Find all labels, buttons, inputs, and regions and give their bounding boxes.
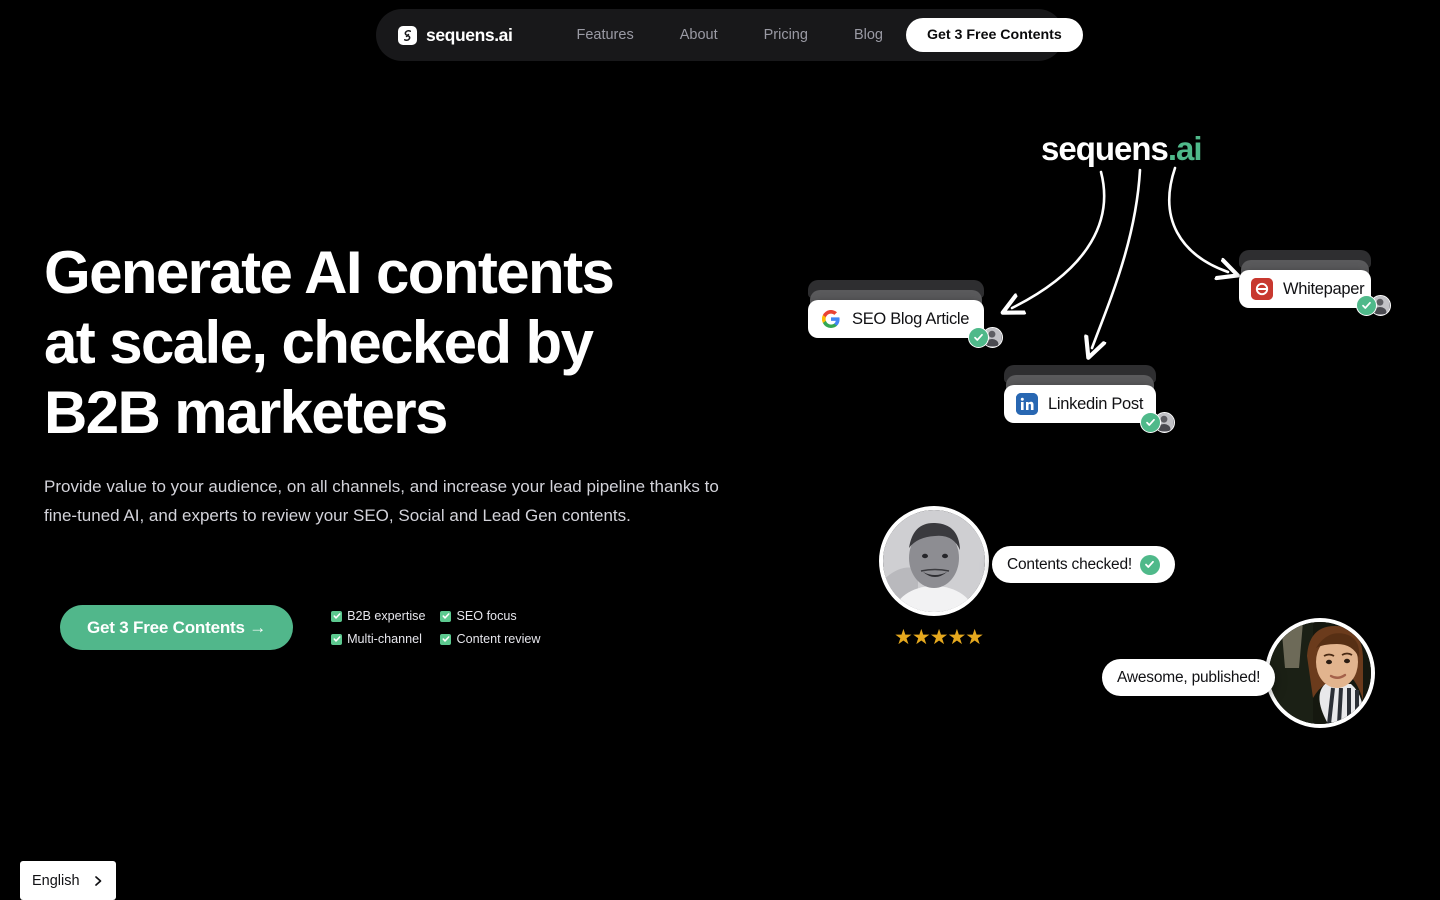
check-circle-icon: [968, 327, 989, 348]
testimonial-bubble-contents-checked: Contents checked!: [992, 546, 1175, 583]
check-circle-icon: [1356, 295, 1377, 316]
linkedin-icon: [1016, 393, 1038, 415]
checklist-label: Multi-channel: [347, 632, 422, 646]
main-nav: Features About Pricing Blog: [558, 27, 906, 43]
hero-cta-row: Get 3 Free Contents → B2B expertise SEO …: [60, 605, 540, 650]
feature-checklist: B2B expertise SEO focus Multi-channel Co…: [331, 609, 540, 646]
wordmark-accent: .ai: [1167, 130, 1203, 167]
google-icon: [820, 308, 842, 330]
checklist-label: SEO focus: [456, 609, 517, 623]
chevron-right-icon: [92, 875, 104, 887]
card-label: Linkedin Post: [1048, 394, 1144, 413]
testimonial-message: Awesome, published!: [1117, 668, 1261, 686]
hero-section: Generate AI contents at scale, checked b…: [44, 238, 774, 650]
illustration-wordmark: sequens.ai: [1041, 130, 1203, 168]
card-label: SEO Blog Article: [852, 309, 970, 328]
verified-badge: [1356, 295, 1391, 316]
content-card-whitepaper[interactable]: Whitepaper: [1239, 250, 1391, 316]
page-title: Generate AI contents at scale, checked b…: [44, 239, 615, 446]
wordmark-primary: sequens: [1041, 130, 1169, 167]
language-label: English: [32, 872, 80, 889]
nav-item-features[interactable]: Features: [558, 27, 656, 43]
brand-logo[interactable]: sequens.ai: [398, 24, 513, 46]
reviewer-avatar-large-2: [1265, 618, 1375, 728]
sequens-logo-icon: [398, 25, 417, 45]
checklist-item-content-review: Content review: [440, 632, 540, 646]
card-face: SEO Blog Article: [808, 300, 984, 338]
whitepaper-icon: [1251, 278, 1273, 300]
testimonial-message: Contents checked!: [1007, 555, 1132, 573]
language-selector[interactable]: English: [20, 861, 116, 900]
header-nav-bar: sequens.ai Features About Pricing Blog G…: [376, 9, 1083, 61]
checklist-item-b2b-expertise: B2B expertise: [331, 609, 425, 623]
card-label: Whitepaper: [1283, 279, 1365, 298]
check-icon: [331, 610, 343, 622]
header-cta-button[interactable]: Get 3 Free Contents: [905, 18, 1083, 52]
nav-item-pricing[interactable]: Pricing: [741, 27, 831, 43]
content-card-linkedin-post[interactable]: Linkedin Post: [1004, 365, 1175, 433]
card-face: Whitepaper: [1239, 270, 1371, 308]
check-icon: [331, 633, 343, 645]
card-face: Linkedin Post: [1004, 385, 1156, 423]
brand-name: sequens.ai: [426, 24, 513, 45]
content-card-seo-blog-article[interactable]: SEO Blog Article: [808, 280, 1003, 348]
checklist-label: Content review: [456, 632, 541, 646]
checklist-item-seo-focus: SEO focus: [440, 609, 540, 623]
verified-badge: [968, 327, 1003, 348]
star-rating: ★★★★★: [894, 626, 984, 649]
reviewer-avatar-large: [879, 506, 989, 616]
check-circle-icon: [1139, 554, 1160, 575]
verified-badge: [1140, 412, 1175, 433]
testimonial-bubble-awesome-published: Awesome, published!: [1102, 659, 1276, 696]
check-icon: [440, 633, 452, 645]
checklist-item-multi-channel: Multi-channel: [331, 632, 425, 646]
hero-subtitle: Provide value to your audience, on all c…: [44, 477, 719, 525]
check-icon: [440, 610, 452, 622]
check-circle-icon: [1140, 412, 1161, 433]
nav-item-blog[interactable]: Blog: [831, 27, 906, 43]
checklist-label: B2B expertise: [347, 609, 426, 623]
hero-illustration: sequens.ai SEO Blog Article Linkedin Pos…: [780, 100, 1440, 780]
nav-item-about[interactable]: About: [657, 27, 741, 43]
hero-cta-button[interactable]: Get 3 Free Contents →: [60, 605, 294, 650]
landing-page: sequens.ai Features About Pricing Blog G…: [0, 0, 1440, 900]
